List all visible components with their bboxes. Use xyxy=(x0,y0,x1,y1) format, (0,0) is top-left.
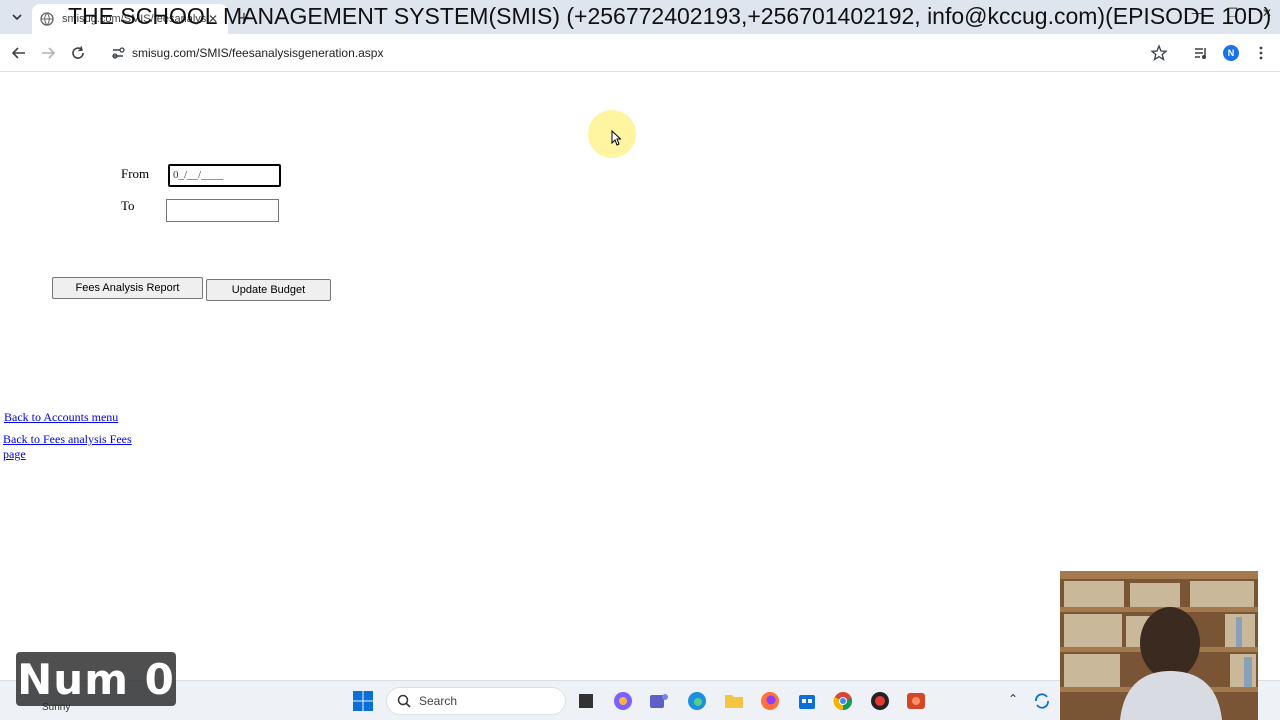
search-placeholder: Search xyxy=(419,694,458,708)
to-label: To xyxy=(121,198,135,213)
close-tab-icon[interactable]: ✕ xyxy=(206,12,220,26)
close-window-icon[interactable]: ✕ xyxy=(1262,6,1272,20)
playlist-icon xyxy=(1195,48,1206,59)
avatar: N xyxy=(1223,45,1239,61)
keystroke-overlay: Num 0 xyxy=(16,652,176,706)
back-button[interactable] xyxy=(8,42,30,64)
search-icon xyxy=(397,694,411,708)
bookmark-star-icon[interactable] xyxy=(1150,44,1168,62)
tab-search-dropdown[interactable] xyxy=(6,7,28,27)
globe-icon xyxy=(40,12,54,26)
browser-toolbar: smisug.com/SMIS/feesanalysisgeneration.a… xyxy=(0,34,1280,72)
task-view-icon[interactable] xyxy=(575,690,597,712)
maximize-icon[interactable]: ❐ xyxy=(1227,6,1238,20)
update-budget-button[interactable]: Update Budget xyxy=(206,279,331,301)
taskbar-search[interactable]: Search xyxy=(386,687,566,715)
edge-browser-icon[interactable] xyxy=(686,690,708,712)
kebab-menu-icon xyxy=(1259,46,1263,60)
back-to-fees-link-line2: page xyxy=(3,447,26,461)
webcam-feed-image xyxy=(1060,571,1258,720)
record-icon[interactable] xyxy=(869,690,891,712)
arrow-left-icon xyxy=(12,47,25,59)
from-label: From xyxy=(121,166,150,181)
teams-icon[interactable] xyxy=(648,690,670,712)
reload-button[interactable] xyxy=(67,42,89,64)
reload-icon xyxy=(72,46,84,59)
powerpoint-icon[interactable] xyxy=(905,690,927,712)
active-tab[interactable]: smisug.com/SMIS/feesanalysis ✕ xyxy=(32,4,228,34)
mouse-pointer-icon xyxy=(611,130,621,146)
arrow-right-icon xyxy=(42,47,55,59)
back-to-fees-link-line1: Back to Fees analysis Fees xyxy=(3,432,132,446)
chevron-down-icon xyxy=(12,14,22,21)
window-controls: — ❐ ✕ xyxy=(1191,6,1272,20)
file-explorer-icon[interactable] xyxy=(723,690,745,712)
tab-title: smisug.com/SMIS/feesanalysis xyxy=(62,13,206,25)
windows-start-icon[interactable] xyxy=(352,690,374,712)
firefox-icon[interactable] xyxy=(759,690,781,712)
back-to-fees-analysis-link[interactable]: Back to Fees analysis Fees page xyxy=(3,432,132,462)
screen: smisug.com/SMIS/feesanalysis ✕ + — ❐ ✕ s… xyxy=(0,0,1280,720)
microsoft-store-icon[interactable] xyxy=(796,690,818,712)
chrome-icon[interactable] xyxy=(832,690,854,712)
forward-button[interactable] xyxy=(37,42,59,64)
from-date-input[interactable]: 0_/__/____ xyxy=(168,164,281,187)
url-text[interactable]: smisug.com/SMIS/feesanalysisgeneration.a… xyxy=(132,46,1150,60)
minimize-icon[interactable]: — xyxy=(1191,6,1203,20)
presenter-webcam xyxy=(1060,571,1258,720)
site-info-icon[interactable] xyxy=(110,45,126,61)
copilot-icon[interactable] xyxy=(612,690,634,712)
keystroke-text: Num 0 xyxy=(17,654,175,704)
chevron-up-icon[interactable]: ⌃ xyxy=(1008,692,1018,706)
to-date-input[interactable] xyxy=(166,199,279,222)
menu-button[interactable] xyxy=(1250,42,1272,64)
address-bar[interactable]: smisug.com/SMIS/feesanalysisgeneration.a… xyxy=(100,38,1176,68)
tab-strip: smisug.com/SMIS/feesanalysis ✕ + — ❐ ✕ xyxy=(0,0,1280,34)
media-controls-button[interactable] xyxy=(1190,42,1212,64)
fees-analysis-report-button[interactable]: Fees Analysis Report xyxy=(52,277,203,299)
new-tab-button[interactable]: + xyxy=(234,8,254,28)
back-to-accounts-link[interactable]: Back to Accounts menu xyxy=(4,410,118,425)
sync-icon[interactable] xyxy=(1031,690,1053,712)
profile-button[interactable]: N xyxy=(1220,42,1242,64)
